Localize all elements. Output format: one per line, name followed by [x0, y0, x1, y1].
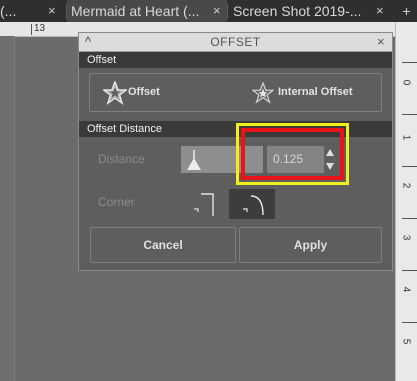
tab-previous-label: (... [0, 3, 17, 19]
tab-close-icon[interactable]: × [48, 0, 56, 22]
slider-handle-icon[interactable] [185, 149, 203, 171]
left-gutter [0, 36, 15, 381]
dialog-title-bar[interactable]: OFFSET ^ × [79, 33, 392, 52]
vertical-ruler: 0 1 2 3 4 5 [395, 22, 417, 381]
internal-offset-button[interactable]: Internal Offset [240, 74, 381, 111]
apply-button[interactable]: Apply [239, 227, 382, 263]
collapse-icon[interactable]: ^ [85, 34, 91, 49]
internal-offset-button-label: Internal Offset [278, 86, 353, 98]
distance-label: Distance [98, 152, 145, 166]
highlight-inner-frame [241, 128, 344, 180]
plus-icon: + [402, 3, 411, 19]
tab-screen-shot[interactable]: Screen Shot 2019-... × [228, 0, 390, 22]
apply-button-label: Apply [293, 238, 328, 252]
offset-star-icon [103, 81, 127, 105]
cancel-button-label: Cancel [143, 238, 183, 252]
section-offset-label: Offset [87, 54, 117, 66]
offset-button[interactable]: Offset [90, 74, 235, 111]
offset-button-label: Offset [128, 86, 160, 98]
ruler-number: 4 [400, 286, 412, 293]
corner-square-button[interactable] [179, 189, 225, 219]
close-icon[interactable]: × [377, 34, 385, 49]
tab-screen-shot-label: Screen Shot 2019-... [233, 3, 362, 19]
new-tab-button[interactable]: + [396, 0, 417, 22]
ruler-number: 2 [400, 182, 412, 189]
section-header-offset: Offset [79, 52, 392, 68]
corner-label: Corner [98, 195, 135, 209]
internal-offset-star-icon [252, 82, 274, 104]
dialog-title: OFFSET [210, 35, 261, 49]
tab-close-icon[interactable]: × [376, 0, 384, 22]
ruler-number: 3 [400, 234, 412, 241]
offset-type-group: Offset Internal Offset [89, 73, 382, 112]
section-offset-distance-label: Offset Distance [87, 123, 162, 135]
tab-close-icon[interactable]: × [213, 0, 221, 22]
square-corner-icon [194, 193, 214, 216]
ruler-number: 5 [400, 338, 412, 345]
corner-round-button[interactable] [229, 189, 275, 219]
tab-previous[interactable]: (... × [0, 0, 66, 22]
browser-tab-bar: (... × Mermaid at Heart (... × Screen Sh… [0, 0, 417, 22]
cancel-button[interactable]: Cancel [90, 227, 236, 263]
tab-mermaid-label: Mermaid at Heart (... [71, 3, 200, 19]
ruler-number: 13 [34, 23, 46, 34]
round-corner-icon [243, 195, 264, 216]
tab-mermaid-at-heart[interactable]: Mermaid at Heart (... × [67, 0, 227, 22]
ruler-number: 1 [400, 134, 412, 141]
ruler-number: 0 [400, 79, 412, 86]
